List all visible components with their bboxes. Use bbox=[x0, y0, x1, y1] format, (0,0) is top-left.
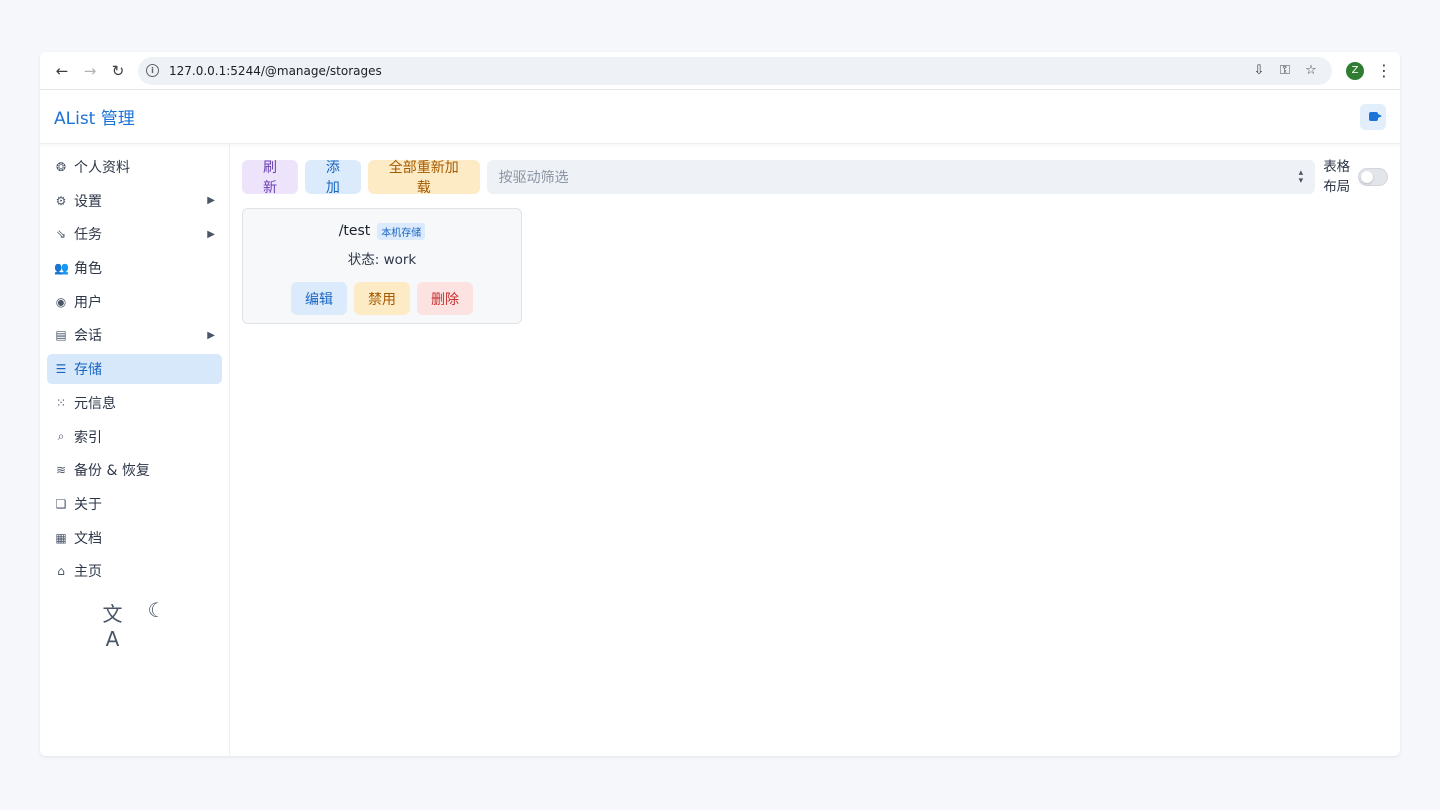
driver-badge: 本机存储 bbox=[377, 222, 426, 240]
sidebar-item[interactable]: ⇘ 任务 ▶ bbox=[47, 219, 222, 249]
sidebar-item[interactable]: ❂ 个人资料 bbox=[47, 152, 222, 182]
app-brand[interactable]: AList 管理 bbox=[54, 104, 135, 129]
bookmark-star-icon[interactable]: ☆ bbox=[1298, 58, 1324, 84]
user-icon: ◉ bbox=[55, 294, 67, 309]
edit-button[interactable]: 编辑 bbox=[291, 282, 347, 315]
storage-list: /test 本机存储 状态: work 编辑 禁用 删除 bbox=[242, 208, 1388, 324]
sidebar-item[interactable]: ▤ 会话 ▶ bbox=[47, 320, 222, 350]
sidebar-item-label: 用户 bbox=[74, 294, 102, 311]
sidebar-item-label: 关于 bbox=[74, 496, 102, 513]
back-icon[interactable]: ← bbox=[48, 57, 76, 85]
sidebar-item-label: 文档 bbox=[74, 530, 102, 547]
role-icon: 👥 bbox=[54, 261, 69, 276]
gear-icon: ⚙ bbox=[55, 193, 67, 208]
sidebar-item-label: 元信息 bbox=[74, 395, 116, 412]
driver-filter-select[interactable]: 按驱动筛选 ▴ ▾ bbox=[486, 160, 1316, 194]
task-route-icon: ⇘ bbox=[55, 227, 67, 242]
browser-window: ← → ↻ i 127.0.0.1:5244/@manage/storages … bbox=[40, 52, 1400, 756]
storage-mount-path: /test bbox=[338, 223, 371, 239]
sidebar-item[interactable]: ◉ 用户 bbox=[47, 287, 222, 317]
profile-icon: ❂ bbox=[55, 160, 67, 174]
session-icon: ▤ bbox=[55, 328, 67, 343]
profile-avatar[interactable]: Z bbox=[1346, 61, 1364, 80]
chevron-right-icon: ▶ bbox=[207, 195, 215, 207]
chevron-right-icon: ▶ bbox=[207, 329, 215, 341]
logout-icon bbox=[1368, 112, 1382, 121]
address-bar[interactable]: i 127.0.0.1:5244/@manage/storages ⇩ ⚿ ☆ bbox=[138, 56, 1332, 85]
delete-button[interactable]: 删除 bbox=[417, 282, 473, 315]
sidebar-item[interactable]: ☰ 存储 bbox=[47, 354, 222, 385]
sidebar: ❂ 个人资料 ⚙ 设置 ▶ ⇘ 任务 ▶ 👥 角色 ◉ 用户 ▤ 会话 ▶ ☰ 存储 ⁙ 元信息 ⌕ 索引 ≋ 备份 & 恢… bbox=[40, 144, 230, 756]
reload-icon[interactable]: ↻ bbox=[104, 57, 132, 85]
sidebar-item-label: 个人资料 bbox=[74, 160, 130, 176]
meta-icon: ⁙ bbox=[55, 395, 67, 410]
sidebar-item-label: 存储 bbox=[74, 362, 102, 379]
sidebar-item[interactable]: ≋ 备份 & 恢复 bbox=[47, 455, 222, 485]
language-icon[interactable]: 文A bbox=[100, 598, 126, 651]
select-updown-icon: ▴ ▾ bbox=[1298, 168, 1304, 186]
reload-all-button[interactable]: 全部重新加载 bbox=[367, 159, 480, 195]
storage-title-row: /test 本机存储 bbox=[339, 221, 426, 241]
dark-mode-icon[interactable]: ☾ bbox=[144, 598, 170, 651]
driver-filter-placeholder: 按驱动筛选 bbox=[498, 170, 569, 186]
sidebar-item-label: 设置 bbox=[74, 193, 102, 210]
sidebar-item-label: 索引 bbox=[74, 429, 102, 446]
site-info-icon[interactable]: i bbox=[146, 64, 159, 77]
logout-button[interactable] bbox=[1360, 103, 1386, 130]
app-body: ❂ 个人资料 ⚙ 设置 ▶ ⇘ 任务 ▶ 👥 角色 ◉ 用户 ▤ 会话 ▶ ☰ 存储 ⁙ 元信息 ⌕ 索引 ≋ 备份 & 恢… bbox=[40, 144, 1400, 756]
browser-menu-icon[interactable]: ⋮ bbox=[1376, 61, 1392, 80]
disable-button[interactable]: 禁用 bbox=[354, 282, 410, 315]
sidebar-item[interactable]: ❏ 关于 bbox=[47, 489, 222, 519]
url-text: 127.0.0.1:5244/@manage/storages bbox=[169, 63, 382, 78]
storage-toolbar: 刷新 添加 全部重新加载 按驱动筛选 ▴ ▾ 表格布局 bbox=[242, 159, 1389, 195]
refresh-button[interactable]: 刷新 bbox=[242, 159, 298, 195]
toggle-knob bbox=[1361, 171, 1374, 183]
home-icon: ⌂ bbox=[57, 564, 65, 579]
about-icon: ❏ bbox=[55, 496, 67, 511]
sidebar-item-label: 备份 & 恢复 bbox=[74, 463, 150, 480]
chevron-right-icon: ▶ bbox=[207, 228, 215, 240]
install-app-icon[interactable]: ⇩ bbox=[1246, 58, 1272, 84]
sidebar-item-label: 会话 bbox=[74, 328, 102, 345]
sidebar-item[interactable]: 👥 角色 bbox=[47, 253, 222, 283]
sidebar-footer: 文A ☾ bbox=[47, 598, 222, 651]
sidebar-menu: ❂ 个人资料 ⚙ 设置 ▶ ⇘ 任务 ▶ 👥 角色 ◉ 用户 ▤ 会话 ▶ ☰ 存储 ⁙ 元信息 ⌕ 索引 ≋ 备份 & 恢… bbox=[47, 152, 222, 586]
table-layout-label: 表格布局 bbox=[1323, 159, 1351, 195]
sidebar-item-label: 任务 bbox=[74, 227, 102, 244]
main-content: 刷新 添加 全部重新加载 按驱动筛选 ▴ ▾ 表格布局 /test 本机存储状态: … bbox=[230, 144, 1400, 756]
app-header: AList 管理 bbox=[40, 90, 1400, 144]
forward-icon[interactable]: → bbox=[76, 57, 104, 85]
sidebar-item[interactable]: ⁙ 元信息 bbox=[47, 388, 222, 418]
sidebar-item-label: 主页 bbox=[74, 564, 102, 581]
sidebar-item[interactable]: ⚙ 设置 ▶ bbox=[47, 186, 222, 216]
browser-toolbar: ← → ↻ i 127.0.0.1:5244/@manage/storages … bbox=[40, 52, 1400, 90]
table-layout-toggle[interactable] bbox=[1358, 168, 1389, 186]
sidebar-item[interactable]: ▦ 文档 bbox=[47, 523, 222, 553]
book-icon: ▦ bbox=[55, 530, 67, 545]
add-button[interactable]: 添加 bbox=[304, 159, 361, 195]
password-key-icon[interactable]: ⚿ bbox=[1272, 58, 1298, 84]
storage-icon: ☰ bbox=[55, 362, 67, 377]
sidebar-item[interactable]: ⌂ 主页 bbox=[47, 556, 222, 586]
sidebar-item[interactable]: ⌕ 索引 bbox=[47, 422, 222, 452]
storage-card: /test 本机存储 状态: work 编辑 禁用 删除 bbox=[242, 208, 522, 324]
database-icon: ≋ bbox=[55, 463, 67, 478]
sidebar-item-label: 角色 bbox=[74, 261, 102, 278]
storage-actions: 编辑 禁用 删除 bbox=[288, 282, 477, 315]
search-icon: ⌕ bbox=[57, 429, 65, 443]
storage-status: 状态: work bbox=[347, 252, 417, 268]
